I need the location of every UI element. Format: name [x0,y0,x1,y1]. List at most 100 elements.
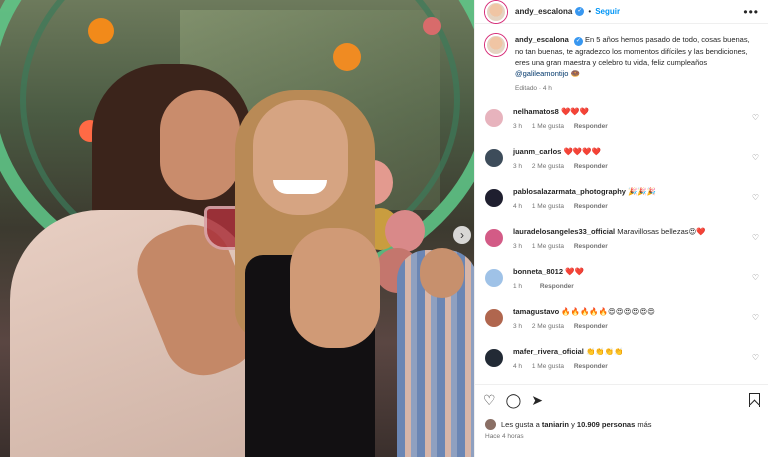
follow-button[interactable]: Seguir [595,7,620,16]
avatar [485,419,496,430]
likes-prefix: Les gusta a [501,420,540,429]
comment-text-line: lauradelosangeles33_official Maravillosa… [513,227,706,237]
comment-time: 3 h [513,123,523,130]
reply-button[interactable]: Responder [574,363,608,370]
avatar[interactable] [485,0,507,23]
comment-time: 1 h [513,283,523,290]
comment-username[interactable]: lauradelosangeles33_official [513,227,615,236]
comment-likes[interactable]: 2 Me gusta [532,323,564,330]
comment-body: juanm_carlos ❤️❤️❤️❤️ 3 h 2 Me gusta Res… [513,147,616,170]
comment-likes[interactable]: 1 Me gusta [532,123,564,130]
person-right-smile [273,180,327,194]
comment-likes[interactable]: 1 Me gusta [532,243,564,250]
comment-text-line: tamagustavo 🔥🔥🔥🔥🔥😍😍😍😍😍😍 [513,307,655,317]
more-icon[interactable]: ••• [743,5,759,19]
likes-count[interactable]: 10.909 personas [577,420,635,429]
person-right-face [253,100,348,215]
heart-icon[interactable]: ♡ [752,313,759,322]
comment-username[interactable]: tamagustavo [513,307,559,316]
comment-row: mafer_rivera_oficial 👏👏👏👏 4 h 1 Me gusta… [475,347,768,384]
comment-username[interactable]: mafer_rivera_oficial [513,347,584,356]
person-right-shoulder [290,228,380,348]
comment-time: 4 h [513,203,523,210]
comment-body: tamagustavo 🔥🔥🔥🔥🔥😍😍😍😍😍😍 3 h 2 Me gusta R… [513,307,655,330]
background-person-head [420,248,464,298]
reply-button[interactable]: Responder [574,243,608,250]
avatar[interactable] [485,269,503,287]
reply-button[interactable]: Responder [540,283,574,290]
action-buttons: ♡ ◯ ➤ [483,393,543,407]
likes-user[interactable]: taniarin [542,420,569,429]
comment-row: tamagustavo 🔥🔥🔥🔥🔥😍😍😍😍😍😍 3 h 2 Me gusta R… [475,307,768,347]
reply-button[interactable]: Responder [574,163,608,170]
comment-username[interactable]: nelhamatos8 [513,107,559,116]
comment-meta: 4 h 1 Me gusta Responder [513,203,656,210]
caption-username[interactable]: andy_escalona [515,35,569,44]
comment-likes[interactable]: 1 Me gusta [532,363,564,370]
verified-icon: ✓ [573,37,583,46]
heart-icon[interactable]: ♡ [483,393,496,407]
comment-text: 🔥🔥🔥🔥🔥😍😍😍😍😍😍 [561,307,655,316]
comment-likes[interactable]: 1 Me gusta [532,203,564,210]
comment-body: lauradelosangeles33_official Maravillosa… [513,227,706,250]
comment-meta: 3 h 1 Me gusta Responder [513,243,706,250]
comment-icon[interactable]: ◯ [506,393,522,407]
avatar[interactable] [485,34,507,56]
comments-list[interactable]: andy_escalona ✓ En 5 años hemos pasado d… [475,24,768,384]
post-side-panel: andy_escalona ✓ • Seguir ••• andy_escalo… [474,0,768,457]
comment-text: 👏👏👏👏 [585,347,624,356]
heart-icon[interactable]: ♡ [752,273,759,282]
avatar[interactable] [485,309,503,327]
instagram-post-view: › andy_escalona ✓ • Seguir ••• andy_esca… [0,0,768,457]
flower [88,18,114,44]
avatar[interactable] [485,229,503,247]
reply-button[interactable]: Responder [574,123,608,130]
reply-button[interactable]: Responder [574,203,608,210]
comment-username[interactable]: pablosalazarmata_photography [513,187,626,196]
comment-row: pablosalazarmata_photography 🎉🎉🎉 4 h 1 M… [475,187,768,227]
share-icon[interactable]: ➤ [531,393,543,407]
comment-time: 4 h [513,363,523,370]
comment-time: 3 h [513,243,523,250]
heart-icon[interactable]: ♡ [752,193,759,202]
bookmark-icon[interactable] [749,393,760,407]
person-left-face [160,90,240,200]
comment-text: ❤️❤️❤️❤️ [563,147,601,156]
post-photo[interactable]: › [0,0,474,457]
likes-summary: Les gusta a taniarin y 10.909 personas m… [485,419,652,430]
avatar[interactable] [485,149,503,167]
comment-username[interactable]: bonneta_8012 [513,267,563,276]
comment-meta: 3 h 2 Me gusta Responder [513,163,616,170]
comment-row: bonneta_8012 ❤️❤️ 1 h Responder ♡ [475,267,768,307]
heart-icon[interactable]: ♡ [752,153,759,162]
post-username[interactable]: andy_escalona [515,7,572,16]
comment-text: 🎉🎉🎉 [628,187,657,196]
post-header: andy_escalona ✓ • Seguir ••• [475,0,768,24]
heart-icon[interactable]: ♡ [752,113,759,122]
post-caption: andy_escalona ✓ En 5 años hemos pasado d… [475,24,768,94]
heart-icon[interactable]: ♡ [752,233,759,242]
comment-body: bonneta_8012 ❤️❤️ 1 h Responder [513,267,584,290]
comment-body: pablosalazarmata_photography 🎉🎉🎉 4 h 1 M… [513,187,656,210]
comment-time: 3 h [513,163,523,170]
comment-body: nelhamatos8 ❤️❤️❤️ 3 h 1 Me gusta Respon… [513,107,616,130]
comment-likes[interactable]: 2 Me gusta [532,163,564,170]
comment-row: juanm_carlos ❤️❤️❤️❤️ 3 h 2 Me gusta Res… [475,147,768,187]
flower [423,17,441,35]
comment-row: nelhamatos8 ❤️❤️❤️ 3 h 1 Me gusta Respon… [475,107,768,147]
caption-mention[interactable]: @galileamontijo [515,69,568,78]
separator-dot: • [588,7,592,16]
reply-button[interactable]: Responder [574,323,608,330]
comment-text-line: bonneta_8012 ❤️❤️ [513,267,584,277]
comment-username[interactable]: juanm_carlos [513,147,561,156]
balloon [385,210,425,252]
avatar[interactable] [485,109,503,127]
post-time: Hace 4 horas [485,433,524,440]
avatar[interactable] [485,349,503,367]
chevron-right-icon[interactable]: › [453,226,471,244]
avatar[interactable] [485,189,503,207]
comment-text: Maravillosas bellezas😍❤️ [617,227,706,236]
caption-meta: Editado · 4 h [515,85,552,92]
heart-icon[interactable]: ♡ [752,353,759,362]
